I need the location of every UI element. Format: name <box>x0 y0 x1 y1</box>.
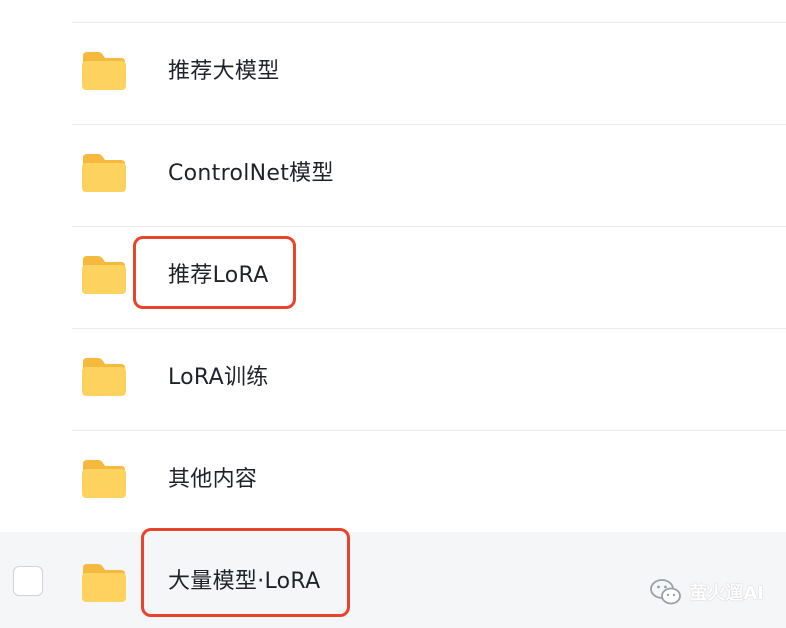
folder-name[interactable]: 大量模型·LoRA <box>168 566 320 598</box>
row-divider <box>72 226 786 227</box>
checkbox-icon[interactable] <box>13 566 43 596</box>
folder-icon <box>82 52 126 90</box>
folder-row[interactable]: ControlNet模型 <box>0 124 786 226</box>
folder-row[interactable]: 推荐大模型 <box>0 22 786 124</box>
row-divider <box>72 430 786 431</box>
wechat-icon <box>650 579 682 605</box>
folder-name[interactable]: 推荐大模型 <box>168 56 280 88</box>
folder-row[interactable]: LoRA训练 <box>0 328 786 430</box>
folder-icon <box>82 154 126 192</box>
watermark-text: 萤火遛AI <box>689 583 764 604</box>
folder-name[interactable]: ControlNet模型 <box>168 158 334 190</box>
folder-name[interactable]: 其他内容 <box>168 464 257 496</box>
folder-row[interactable]: 其他内容 <box>0 430 786 532</box>
folder-row[interactable]: 推荐LoRA <box>0 226 786 328</box>
folder-name[interactable]: LoRA训练 <box>168 362 269 394</box>
folder-icon <box>82 256 126 294</box>
file-list: 推荐大模型 ControlNet模型 推荐LoRA LoRA训练 其他内容 大量… <box>0 0 786 628</box>
folder-icon <box>82 460 126 498</box>
row-divider <box>72 124 786 125</box>
row-divider <box>72 22 786 23</box>
watermark: 萤火遛AI <box>649 577 764 607</box>
row-divider <box>72 328 786 329</box>
folder-name[interactable]: 推荐LoRA <box>168 260 269 292</box>
folder-icon <box>82 564 126 602</box>
folder-icon <box>82 358 126 396</box>
